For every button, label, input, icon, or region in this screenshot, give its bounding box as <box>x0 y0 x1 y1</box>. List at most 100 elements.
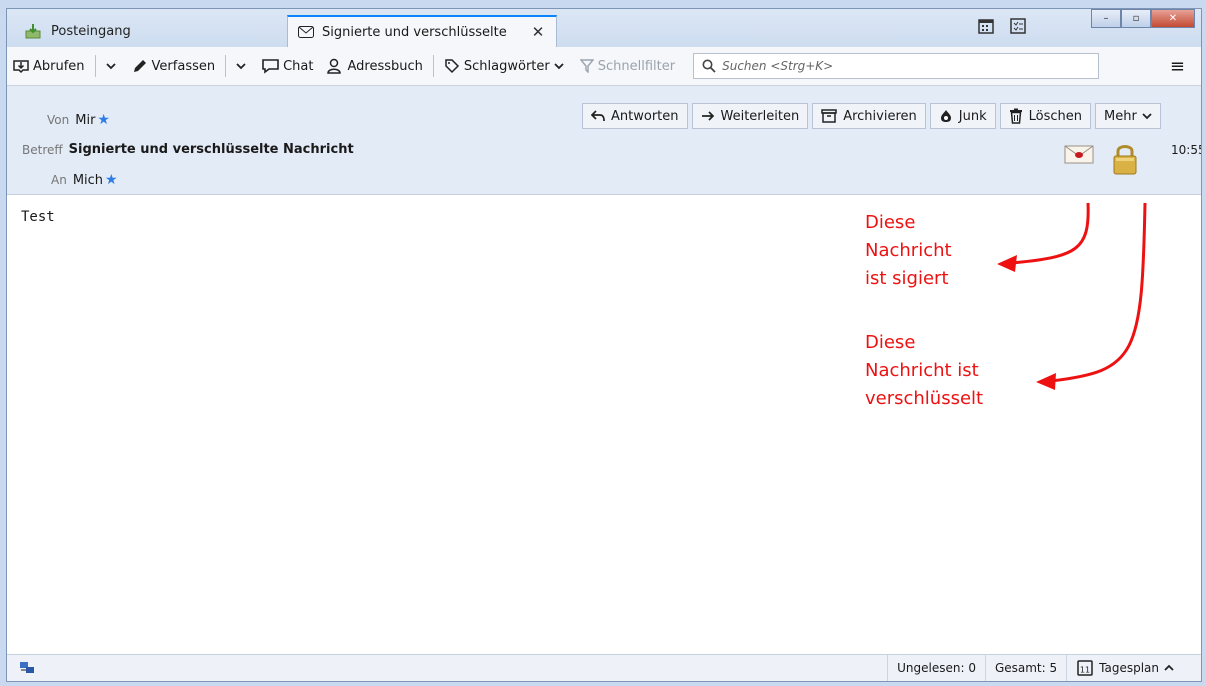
signed-annotation-line: ist sigiert <box>865 268 949 289</box>
total-count: Gesamt: 5 <box>984 655 1066 681</box>
forward-label: Weiterleiten <box>720 108 800 124</box>
message-time: 10:55 <box>1171 143 1201 157</box>
quick-filter-button[interactable]: Schnellfilter <box>574 52 681 80</box>
security-indicators <box>1064 142 1138 180</box>
chat-label: Chat <box>283 58 314 74</box>
message-actions: Antworten Weiterleiten Archivieren Junk … <box>582 103 1161 129</box>
forward-button[interactable]: Weiterleiten <box>691 103 809 129</box>
encrypted-annotation: Diese Nachricht ist verschlüsselt <box>865 329 983 413</box>
write-label: Verfassen <box>151 58 216 74</box>
toolbar-divider <box>432 55 434 77</box>
tab-inbox-label: Posteingang <box>51 23 131 39</box>
reply-icon <box>591 110 605 122</box>
thunderbird-window: Posteingang Signierte und verschlüsselte… <box>6 8 1202 682</box>
annotation-arrows <box>997 202 1147 390</box>
from-value[interactable]: Mir <box>75 113 95 128</box>
tags-button[interactable]: Schlagwörter <box>438 52 574 80</box>
app-menu-button[interactable]: ≡ <box>1170 56 1185 77</box>
today-pane-label: Tagesplan <box>1099 661 1159 675</box>
chevron-down-icon <box>105 63 116 70</box>
subject-row: Betreff Signierte und verschlüsselte Nac… <box>22 142 354 157</box>
get-mail-icon <box>13 60 29 74</box>
search-input[interactable]: Suchen <Strg+K> <box>693 53 1100 79</box>
chevron-down-icon <box>554 63 564 70</box>
star-icon[interactable]: ★ <box>105 172 118 188</box>
address-book-label: Adressbuch <box>347 58 423 74</box>
signed-annotation-line: Diese <box>865 212 916 233</box>
subject-label: Betreff <box>22 142 63 157</box>
to-value[interactable]: Mich <box>73 173 103 188</box>
to-label: An <box>51 173 67 187</box>
write-button[interactable]: Verfassen <box>126 52 222 80</box>
quick-filter-label: Schnellfilter <box>597 58 676 74</box>
tag-icon <box>445 59 459 74</box>
maximize-button[interactable]: ▫ <box>1121 9 1151 28</box>
tab-strip: Posteingang Signierte und verschlüsselte… <box>7 9 1201 47</box>
encrypted-annotation-line: Diese <box>865 332 916 353</box>
chat-icon <box>262 59 279 74</box>
signed-envelope-icon[interactable] <box>1064 142 1094 168</box>
chat-button[interactable]: Chat <box>256 52 319 80</box>
write-dropdown[interactable] <box>230 52 256 80</box>
encrypted-annotation-line: Nachricht ist <box>865 360 979 381</box>
to-row: An Mich ★ <box>51 172 118 188</box>
archive-label: Archivieren <box>843 108 917 124</box>
archive-icon <box>821 109 837 123</box>
today-pane-toggle[interactable]: 11 Tagesplan <box>1066 655 1183 681</box>
main-toolbar: Abrufen Verfassen Chat Adressbuch Schlag… <box>7 47 1201 86</box>
window-controls: – ▫ ✕ <box>1091 9 1195 28</box>
junk-button[interactable]: Junk <box>929 103 996 129</box>
envelope-icon <box>298 26 314 38</box>
address-book-icon <box>326 58 341 74</box>
encrypted-annotation-line: verschlüsselt <box>865 388 984 409</box>
delete-button[interactable]: Löschen <box>999 103 1091 129</box>
svg-text:11: 11 <box>1080 666 1090 675</box>
tasks-icon[interactable] <box>1009 17 1027 35</box>
calendar-icon[interactable] <box>977 17 995 35</box>
get-mail-label: Abrufen <box>33 58 85 74</box>
online-status-icon[interactable] <box>7 655 47 681</box>
toolbar-divider <box>225 55 227 77</box>
message-body: Test Diese Nachricht ist sigiert Diese N… <box>7 195 1201 655</box>
tab-inbox[interactable]: Posteingang <box>15 15 285 47</box>
close-tab-icon[interactable]: ✕ <box>530 23 546 41</box>
search-icon <box>702 59 716 73</box>
forward-icon <box>701 111 714 121</box>
pencil-icon <box>133 60 146 72</box>
status-bar: Ungelesen: 0 Gesamt: 5 11 Tagesplan <box>7 654 1201 681</box>
address-book-button[interactable]: Adressbuch <box>320 52 429 80</box>
get-mail-dropdown[interactable] <box>100 52 126 80</box>
signed-annotation-line: Nachricht <box>865 240 952 261</box>
archive-button[interactable]: Archivieren <box>812 103 926 129</box>
chevron-down-icon <box>1142 113 1152 120</box>
junk-label: Junk <box>958 108 987 124</box>
search-placeholder: Suchen <Strg+K> <box>722 59 834 73</box>
trash-icon <box>1009 108 1022 124</box>
chevron-up-icon <box>1164 664 1174 671</box>
get-mail-button[interactable]: Abrufen <box>7 52 91 80</box>
close-window-button[interactable]: ✕ <box>1151 9 1195 28</box>
tags-label: Schlagwörter <box>463 58 550 74</box>
star-icon[interactable]: ★ <box>97 112 110 128</box>
delete-label: Löschen <box>1028 108 1082 124</box>
reply-label: Antworten <box>611 108 679 124</box>
calendar-day-icon: 11 <box>1077 660 1093 676</box>
minimize-button[interactable]: – <box>1091 9 1121 28</box>
reply-button[interactable]: Antworten <box>582 103 688 129</box>
from-row: Von Mir ★ <box>47 112 110 128</box>
chevron-down-icon <box>236 63 246 70</box>
signed-annotation: Diese Nachricht ist sigiert <box>865 209 952 293</box>
toolbar-divider <box>94 55 96 77</box>
subject-value: Signierte und verschlüsselte Nachricht <box>68 142 354 157</box>
from-label: Von <box>47 113 70 127</box>
more-button[interactable]: Mehr <box>1094 103 1161 129</box>
message-header: Von Mir ★ Betreff Signierte und verschlü… <box>7 86 1201 195</box>
lock-icon[interactable] <box>1112 142 1138 180</box>
tray-icons <box>977 17 1027 35</box>
tab-message[interactable]: Signierte und verschlüsselte ✕ <box>287 15 557 47</box>
unread-count: Ungelesen: 0 <box>887 655 985 681</box>
inbox-icon <box>25 23 41 39</box>
tab-message-label: Signierte und verschlüsselte <box>322 24 507 40</box>
more-label: Mehr <box>1103 108 1137 124</box>
filter-icon <box>579 59 594 73</box>
